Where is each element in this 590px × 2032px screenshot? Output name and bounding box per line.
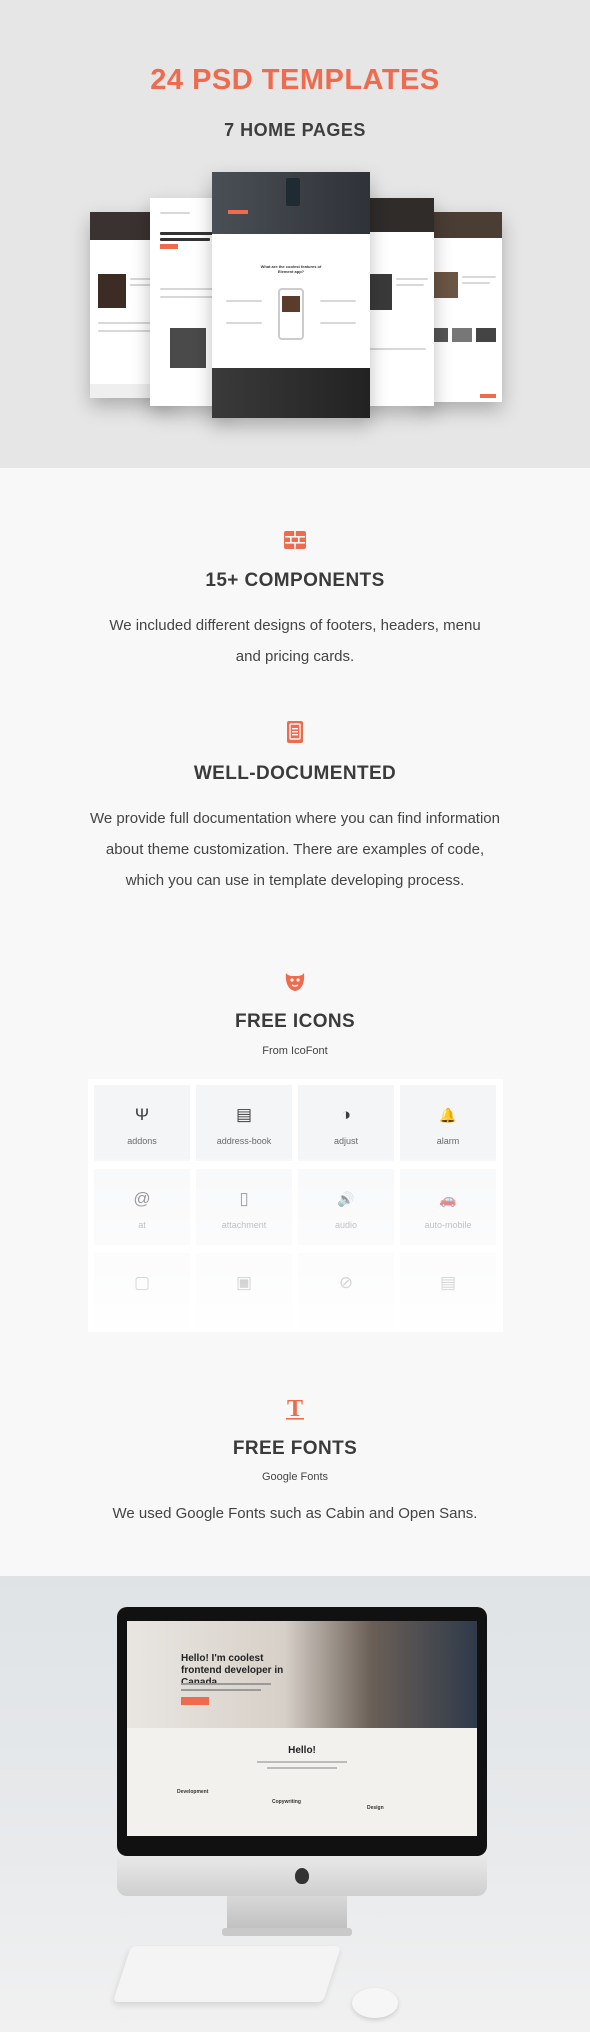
documented-text: We provide full documentation where you … — [90, 810, 500, 889]
screen-label-development: Development — [177, 1789, 209, 1795]
grid-icon — [284, 531, 306, 553]
screen-cta-button — [181, 1697, 209, 1705]
hero-section: 24 PSD TEMPLATES 7 HOME PAGES What are t… — [0, 0, 590, 468]
icon-cell-addons: Ψ addons — [94, 1085, 190, 1161]
beard-icon — [284, 970, 306, 992]
screen-hero — [127, 1621, 477, 1728]
icon-preview-grid: Ψ addons ▤ address-book ◑ adjust 🔔 alarm… — [88, 1079, 503, 1332]
imac-chin — [117, 1856, 487, 1896]
book-icon — [284, 721, 306, 743]
fonts-title: FREE FONTS — [232, 1438, 358, 1459]
svg-text:T: T — [287, 1396, 303, 1420]
apple-logo-icon — [295, 1868, 309, 1884]
components-text: We included different designs of footers… — [109, 617, 481, 665]
adjust-icon: ◑ — [340, 1105, 352, 1124]
alarm-icon: 🔔 — [439, 1107, 457, 1123]
mouse — [352, 1988, 398, 2018]
documented-title: WELL-DOCUMENTED — [193, 763, 397, 784]
components-title: 15+ COMPONENTS — [205, 570, 385, 591]
screen-subline-2 — [181, 1689, 261, 1691]
icon-cell-address-book: ▤ address-book — [196, 1085, 292, 1161]
screen-label-copywriting: Copywriting — [272, 1799, 301, 1805]
icon-cell-alarm: 🔔 alarm — [400, 1085, 496, 1161]
address-book-icon: ▤ — [235, 1105, 253, 1124]
imac-stand-base — [222, 1928, 352, 1936]
imac-display: Hello! I'm coolest frontend developer in… — [117, 1607, 487, 1856]
template-mockup-center: What are the coolest features of Element… — [212, 172, 370, 418]
fonts-source: Google Fonts — [261, 1471, 329, 1483]
screen-text-line — [257, 1761, 347, 1763]
template-mockup-right — [360, 198, 434, 406]
imac-screen: Hello! I'm coolest frontend developer in… — [127, 1621, 477, 1836]
hero-subtitle: 7 HOME PAGES — [224, 120, 366, 140]
hero-title: 24 PSD TEMPLATES — [150, 64, 440, 96]
template-mockup-far-right — [422, 212, 502, 402]
icon-cell-adjust: ◑ adjust — [298, 1085, 394, 1161]
fonts-text: We used Google Fonts such as Cabin and O… — [112, 1505, 478, 1522]
type-icon: T — [284, 1396, 306, 1422]
keyboard — [112, 1946, 342, 2002]
screen-text-line-2 — [267, 1767, 337, 1769]
addons-icon: Ψ — [134, 1105, 150, 1124]
icon-grid-fade — [88, 1159, 503, 1332]
mockup-center-heading: What are the coolest features of Element… — [260, 264, 322, 274]
icons-source: From IcoFont — [262, 1045, 328, 1057]
icons-title: FREE ICONS — [234, 1011, 356, 1032]
screen-subline — [181, 1683, 271, 1685]
screen-hello: Hello! — [288, 1745, 316, 1756]
screen-label-design: Design — [367, 1805, 384, 1811]
